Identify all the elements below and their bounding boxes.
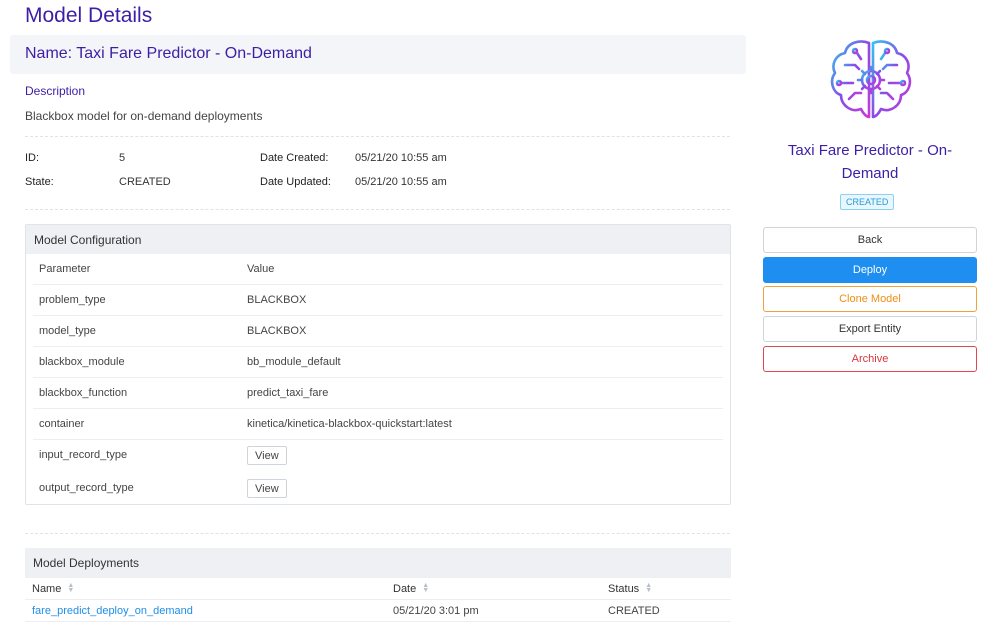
brain-gear-icon [830, 40, 912, 119]
state-label: State: [25, 176, 54, 188]
param-name: output_record_type [39, 482, 134, 494]
archive-button[interactable]: Archive [763, 346, 977, 372]
table-row: blackbox_function predict_taxi_fare [33, 378, 723, 409]
sort-icon[interactable]: ▲ ▼ [67, 582, 74, 594]
page-title: Model Details [25, 4, 153, 27]
param-name: input_record_type [39, 449, 128, 461]
model-name-bar: Name: Taxi Fare Predictor - On-Demand [10, 35, 746, 74]
deployment-name-link[interactable]: fare_predict_deploy_on_demand [32, 605, 193, 617]
table-row: output_record_type View [33, 473, 723, 506]
divider [25, 209, 730, 210]
column-header-date[interactable]: Date ▲ ▼ [393, 582, 429, 595]
param-name: blackbox_module [39, 356, 125, 368]
model-title: Taxi Fare Predictor - On-Demand [787, 142, 953, 182]
column-header-date-label: Date [393, 583, 417, 595]
model-deployments-title: Model Deployments [25, 548, 731, 578]
model-configuration-title: Model Configuration [26, 225, 730, 254]
table-row: container kinetica/kinetica-blackbox-qui… [33, 409, 723, 440]
table-row: blackbox_module bb_module_default [33, 347, 723, 378]
deployments-header-row: Name ▲ ▼ Date ▲ ▼ Status ▲ ▼ [25, 578, 731, 600]
divider [25, 136, 730, 137]
export-entity-button[interactable]: Export Entity [763, 316, 977, 342]
param-value: predict_taxi_fare [247, 387, 329, 399]
param-value: BLACKBOX [247, 294, 307, 306]
param-name: problem_type [39, 294, 106, 306]
date-created-label: Date Created: [260, 152, 329, 164]
description-label: Description [25, 84, 86, 98]
param-value: kinetica/kinetica-blackbox-quickstart:la… [247, 418, 452, 430]
clone-model-button[interactable]: Clone Model [763, 286, 977, 312]
sort-icon[interactable]: ▲ ▼ [645, 582, 652, 594]
date-created-value: 05/21/20 10:55 am [355, 152, 447, 164]
date-updated-value: 05/21/20 10:55 am [355, 176, 447, 188]
deployment-status: CREATED [608, 605, 660, 617]
table-row: fare_predict_deploy_on_demand 05/21/20 3… [25, 600, 731, 622]
view-input-record-type-button[interactable]: View [247, 446, 287, 465]
column-header-name[interactable]: Name ▲ ▼ [32, 582, 74, 595]
model-deployments-panel: Model Deployments Name ▲ ▼ Date ▲ ▼ Status ▲ ▼… [25, 548, 731, 622]
param-name: blackbox_function [39, 387, 128, 399]
column-header-parameter: Parameter [39, 263, 91, 275]
param-name: model_type [39, 325, 96, 337]
param-value: bb_module_default [247, 356, 341, 368]
id-value: 5 [119, 152, 126, 164]
view-output-record-type-button[interactable]: View [247, 479, 287, 498]
table-row: model_type BLACKBOX [33, 316, 723, 347]
config-header-row: Parameter Value [33, 254, 723, 285]
param-value: BLACKBOX [247, 325, 307, 337]
status-badge: CREATED [840, 194, 895, 210]
back-button[interactable]: Back [763, 227, 977, 253]
deployment-date: 05/21/20 3:01 pm [393, 605, 479, 617]
divider [25, 533, 730, 534]
table-row: problem_type BLACKBOX [33, 285, 723, 316]
description-text: Blackbox model for on-demand deployments [25, 109, 263, 123]
id-label: ID: [25, 152, 40, 164]
param-name: container [39, 418, 85, 430]
column-header-value: Value [247, 263, 275, 275]
column-header-name-label: Name [32, 583, 62, 595]
sort-icon[interactable]: ▲ ▼ [422, 582, 429, 594]
deploy-button[interactable]: Deploy [763, 257, 977, 283]
column-header-status-label: Status [608, 583, 640, 595]
table-row: input_record_type View [33, 440, 723, 473]
config-table: Parameter Value problem_type BLACKBOX mo… [26, 254, 730, 506]
date-updated-label: Date Updated: [260, 176, 331, 188]
column-header-status[interactable]: Status ▲ ▼ [608, 582, 652, 595]
state-value: CREATED [119, 176, 171, 188]
model-configuration-panel: Model Configuration Parameter Value prob… [25, 224, 731, 505]
